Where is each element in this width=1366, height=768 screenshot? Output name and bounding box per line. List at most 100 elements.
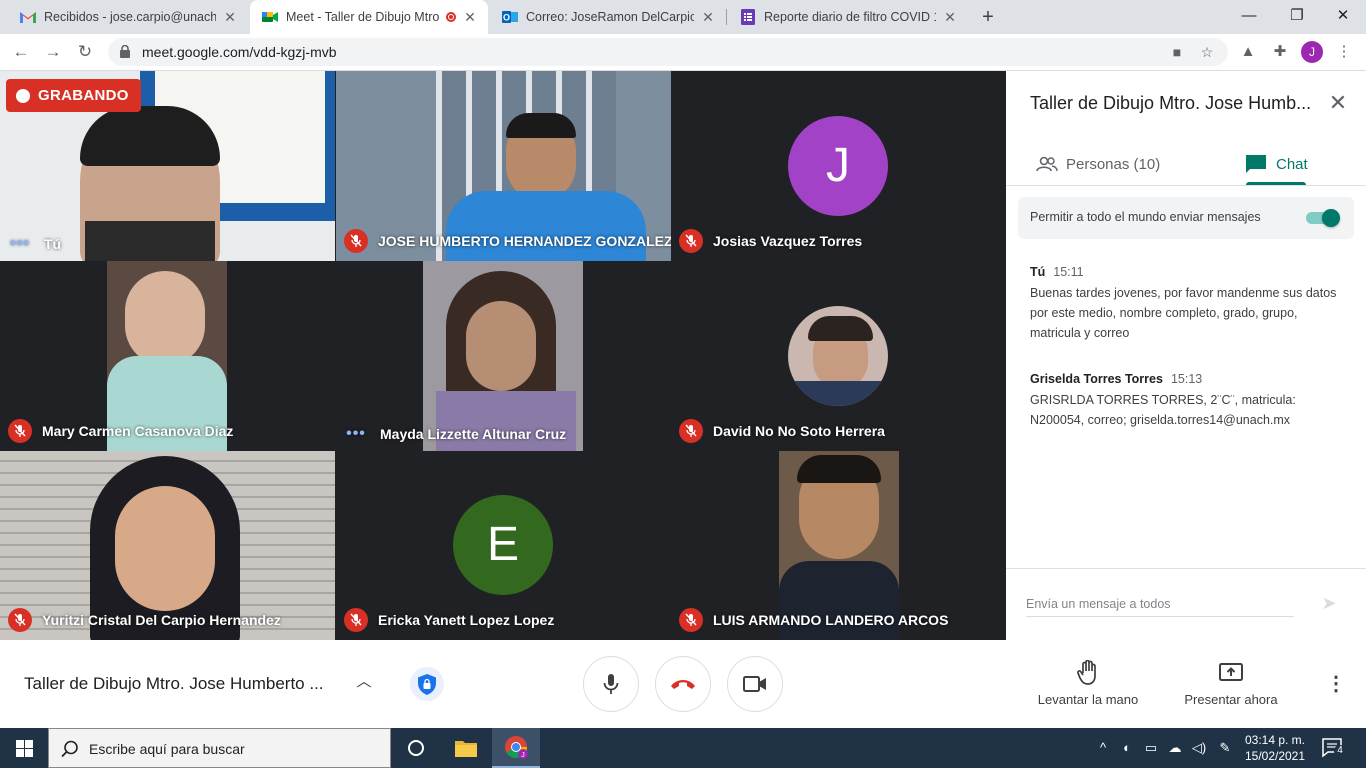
tab-close-icon[interactable]: ✕ [700, 9, 716, 26]
message-time: 15:13 [1170, 372, 1203, 386]
close-window-button[interactable]: ✕ [1320, 0, 1366, 34]
forward-button[interactable]: → [40, 39, 66, 65]
bookmark-star-icon[interactable]: ☆ [1198, 44, 1216, 60]
participant-name: David No No Soto Herrera [713, 423, 885, 439]
chat-input[interactable]: Envía un mensaje a todos [1026, 597, 1171, 611]
host-controls-shield-icon[interactable] [410, 667, 444, 701]
participant-tile[interactable]: JOSE HUMBERTO HERNANDEZ GONZALEZ [336, 71, 671, 261]
search-icon [61, 740, 78, 758]
tab-gmail[interactable]: Recibidos - jose.carpio@unach.mx ✕ [8, 0, 248, 34]
volume-icon[interactable]: ◁) [1190, 739, 1208, 757]
participant-name: Josias Vazquez Torres [713, 233, 863, 249]
speaking-indicator-icon: ••• [10, 235, 30, 252]
device-icon[interactable]: ◐ [1118, 739, 1136, 757]
microphone-button[interactable] [583, 656, 639, 712]
message-text: GRISRLDA TORRES TORRES, 2¨C¨, matricula:… [1030, 393, 1296, 427]
os-taskbar: Escribe aquí para buscar J ^ ◐ ▭ ☁ ◁) ✎ … [0, 728, 1366, 768]
person-hair [506, 113, 576, 138]
windows-start-button[interactable] [0, 728, 48, 768]
tab-chat-label: Chat [1276, 155, 1308, 173]
participant-name: Mary Carmen Casanova Diaz [42, 423, 234, 439]
close-panel-button[interactable]: ✕ [1326, 91, 1350, 115]
mic-off-icon [679, 608, 703, 632]
meet-icon [262, 9, 278, 25]
allow-messages-toggle[interactable] [1306, 209, 1342, 227]
minimize-button[interactable]: — [1226, 0, 1272, 34]
recording-badge: GRABANDO [6, 79, 141, 112]
panel-title: Taller de Dibujo Mtro. Jose Humb... [1030, 93, 1312, 113]
taskbar-search[interactable]: Escribe aquí para buscar [48, 728, 391, 768]
participant-tile[interactable]: Yuritzi Cristal Del Carpio Hernandez [0, 451, 335, 640]
extensions-puzzle-icon[interactable]: ✚ [1270, 42, 1290, 62]
notifications-icon[interactable]: 4 [1322, 738, 1346, 758]
more-options-icon[interactable]: ⋮ [1324, 672, 1348, 696]
tab-label: Meet - Taller de Dibujo Mtro. Jose [286, 10, 440, 24]
participant-tile[interactable]: Mary Carmen Casanova Diaz [0, 261, 335, 451]
new-tab-button[interactable]: + [975, 4, 1001, 30]
gmail-icon [20, 9, 36, 25]
raise-hand-icon [1077, 660, 1096, 685]
people-icon [1036, 156, 1058, 172]
tab-meet[interactable]: Meet - Taller de Dibujo Mtro. Jose ✕ [250, 0, 488, 34]
participant-name: Mayda Lizzette Altunar Cruz [380, 426, 567, 442]
camera-button[interactable] [727, 656, 783, 712]
restore-button[interactable]: ❐ [1274, 0, 1320, 34]
task-view-icon [408, 740, 424, 756]
present-now-label: Presentar ahora [1184, 692, 1278, 707]
extension-warning-icon[interactable]: ▲ [1238, 42, 1258, 62]
search-placeholder: Escribe aquí para buscar [89, 741, 245, 757]
onedrive-cloud-icon[interactable]: ☁ [1166, 739, 1184, 757]
participant-name: Ericka Yanett Lopez Lopez [378, 612, 555, 628]
participant-tile[interactable]: J Josias Vazquez Torres [671, 71, 1006, 261]
participant-name: Tú [44, 236, 62, 252]
tab-close-icon[interactable]: ✕ [942, 9, 958, 26]
chevron-up-icon[interactable]: ︿ [352, 670, 376, 694]
pen-icon[interactable]: ✎ [1216, 739, 1234, 757]
tab-label: Recibidos - jose.carpio@unach.mx [44, 10, 216, 24]
back-button[interactable]: ← [8, 39, 34, 65]
tab-outlook[interactable]: O Correo: JoseRamon DelCarpioPerez ✕ [490, 0, 726, 34]
chat-message: Griselda Torres Torres 15:13 GRISRLDA TOR… [1030, 372, 1350, 430]
tab-forms[interactable]: Reporte diario de filtro COVID 19 ✕ [728, 0, 968, 34]
raise-hand-button[interactable]: Levantar la mano [1030, 660, 1146, 707]
url-field[interactable]: meet.google.com/vdd-kgzj-mvb ■ ☆ [108, 38, 1228, 66]
tab-people[interactable]: Personas (10) [1036, 143, 1160, 185]
leave-call-button[interactable] [655, 656, 711, 712]
show-hidden-icons-chevron-icon[interactable]: ^ [1094, 739, 1112, 757]
message-sender: Tú [1030, 265, 1046, 279]
browser-tab-strip: Recibidos - jose.carpio@unach.mx ✕ Meet … [0, 0, 1366, 34]
camera-icon[interactable]: ■ [1168, 44, 1186, 60]
participant-tile[interactable]: LUIS ARMANDO LANDERO ARCOS [671, 451, 1006, 640]
chrome-taskbar-button[interactable]: J [492, 728, 540, 768]
participant-label: Josias Vazquez Torres [679, 229, 862, 253]
task-view-button[interactable] [392, 728, 440, 768]
participant-tile[interactable]: David No No Soto Herrera [671, 261, 1006, 451]
tab-chat[interactable]: Chat [1246, 143, 1308, 185]
message-sender: Griselda Torres Torres [1030, 372, 1163, 386]
present-now-button[interactable]: Presentar ahora [1176, 660, 1286, 707]
video-camera-icon [743, 676, 766, 692]
tab-close-icon[interactable]: ✕ [462, 9, 478, 26]
meeting-controls-bar: Taller de Dibujo Mtro. Jose Humberto ...… [0, 640, 1366, 728]
video-grid: ••• Tú JOSE HUMBERTO HERNANDEZ GONZALEZ … [0, 71, 1006, 640]
meeting-title[interactable]: Taller de Dibujo Mtro. Jose Humberto ... [24, 674, 324, 694]
windows-logo-icon [15, 739, 33, 757]
person-face [115, 486, 215, 611]
participant-tile[interactable]: E Ericka Yanett Lopez Lopez [336, 451, 671, 640]
profile-avatar[interactable]: J [1301, 41, 1323, 63]
browser-menu-icon[interactable]: ⋮ [1334, 42, 1354, 62]
outlook-icon: O [502, 9, 518, 25]
tab-close-icon[interactable]: ✕ [222, 9, 238, 26]
tab-people-label: Personas (10) [1066, 155, 1161, 173]
participant-tile[interactable]: ••• Mayda Lizzette Altunar Cruz [336, 261, 671, 451]
lock-icon [120, 45, 130, 58]
file-explorer-button[interactable] [442, 728, 490, 768]
svg-text:J: J [521, 752, 525, 759]
mic-off-icon [679, 419, 703, 443]
reload-button[interactable]: ↻ [72, 39, 98, 65]
message-time: 15:11 [1053, 265, 1084, 279]
send-icon[interactable]: ➤ [1318, 593, 1340, 615]
url-text: meet.google.com/vdd-kgzj-mvb [142, 44, 337, 60]
network-icon[interactable]: ▭ [1142, 739, 1160, 757]
system-clock[interactable]: 03:14 p. m. 15/02/2021 [1240, 732, 1310, 764]
